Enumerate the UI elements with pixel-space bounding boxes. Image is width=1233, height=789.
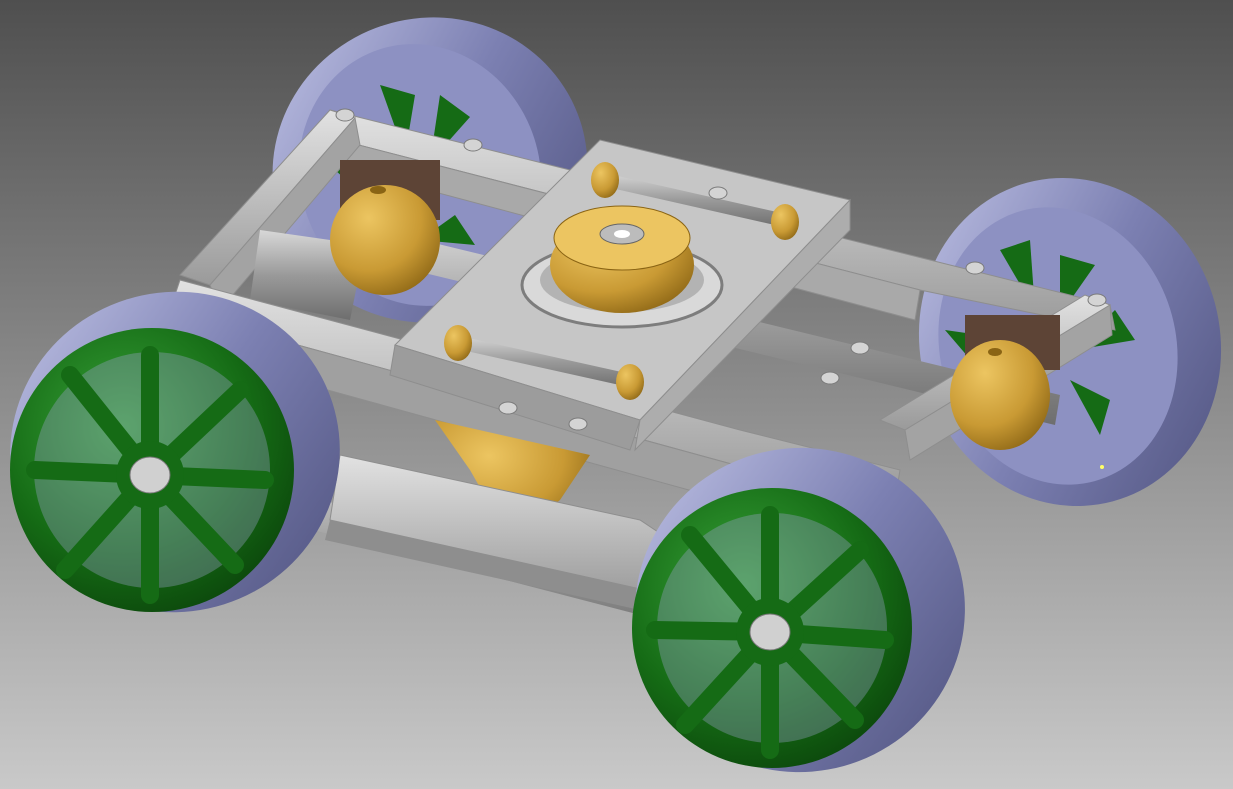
selection-marker bbox=[1100, 465, 1104, 469]
wheel-front-right-hub bbox=[749, 613, 791, 651]
wheel-front-left-hub bbox=[129, 456, 171, 494]
axlebox-rear-left[interactable] bbox=[330, 160, 440, 295]
cad-viewport[interactable] bbox=[0, 0, 1233, 789]
